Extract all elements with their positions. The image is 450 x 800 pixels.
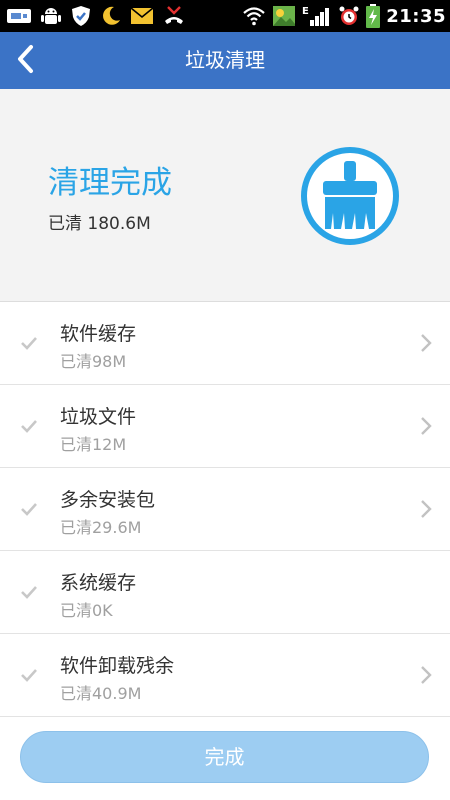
missed-call-icon [162,5,186,27]
check-icon [21,667,37,686]
check-icon [21,335,37,354]
title-bar: 垃圾清理 [0,32,450,89]
check-icon [21,418,37,437]
alarm-icon [338,5,360,27]
android-debug-icon [40,5,62,27]
item-cleaned-size: 已清40.9M [60,684,142,703]
status-bar: E 21:35 [0,0,450,32]
item-title: 垃圾文件 [60,406,137,428]
item-cleaned-size: 已清98M [60,352,127,371]
back-button[interactable] [0,32,52,89]
list-item-software-cache[interactable]: 软件缓存 已清98M [0,302,450,385]
list-item-system-cache: 系统缓存 已清0K [0,551,450,634]
item-cleaned-size: 已清29.6M [60,518,142,537]
page-title: 垃圾清理 [185,48,265,72]
summary-cleaned-size: 已清 180.6M [48,214,151,234]
check-icon [21,501,37,520]
chevron-right-icon [420,665,432,689]
summary-panel: 清理完成 已清 180.6M [0,89,450,302]
battery-charging-icon [366,4,381,28]
mail-icon [130,6,154,26]
chevron-left-icon [16,44,36,78]
list-item-junk-files[interactable]: 垃圾文件 已清12M [0,385,450,468]
chevron-right-icon [420,333,432,357]
item-title: 软件卸载残余 [60,655,175,677]
broom-icon [299,145,401,251]
clean-result-list: 软件缓存 已清98M 垃圾文件 已清12M 多余安装包 已清29.6M 系统缓存… [0,302,450,717]
system-icons: E 21:35 [242,4,446,28]
shield-icon [70,5,92,27]
chevron-right-icon [420,499,432,523]
status-time: 21:35 [386,5,446,27]
summary-title: 清理完成 [48,165,172,201]
chevron-right-icon [420,416,432,440]
svg-text:E: E [302,6,309,17]
item-cleaned-size: 已清12M [60,435,127,454]
item-title: 多余安装包 [60,489,156,511]
signal-icon: E [302,5,332,27]
moon-icon [100,5,122,27]
usb-icon [6,7,32,25]
item-cleaned-size: 已清0K [60,601,113,620]
item-title: 软件缓存 [60,323,137,345]
done-button[interactable]: 完成 [20,731,429,783]
check-icon [21,584,37,603]
list-item-extra-packages[interactable]: 多余安装包 已清29.6M [0,468,450,551]
wifi-icon [242,6,266,26]
list-item-uninstall-residue[interactable]: 软件卸载残余 已清40.9M [0,634,450,717]
item-title: 系统缓存 [60,572,137,594]
notification-icons [6,4,186,28]
weather-icon [272,5,296,27]
